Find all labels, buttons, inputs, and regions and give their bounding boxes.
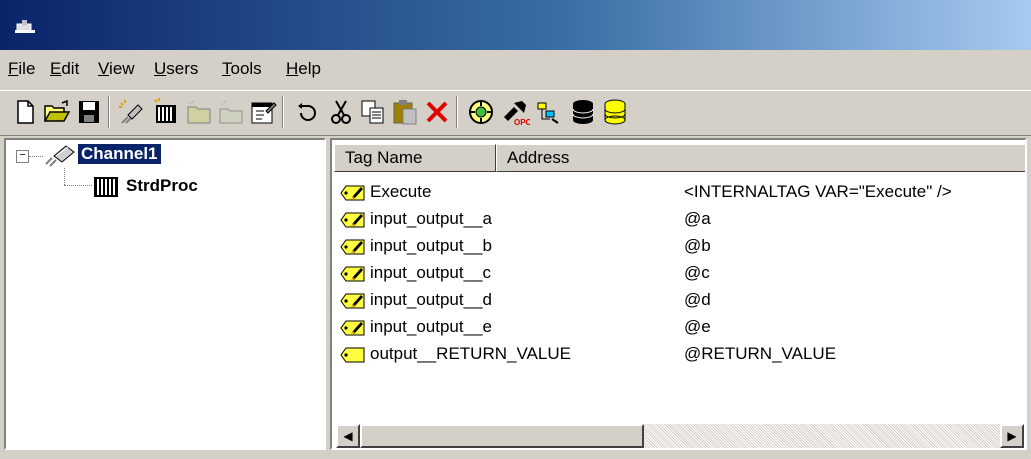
tag-address-cell: @RETURN_VALUE: [684, 344, 837, 363]
save-icon[interactable]: [74, 97, 104, 127]
new-device-icon[interactable]: [150, 97, 180, 127]
tree-connector: [64, 185, 92, 186]
new-group-icon[interactable]: [184, 97, 214, 127]
read-write-tag-icon: [338, 183, 368, 203]
menu-file[interactable]: File: [8, 59, 35, 79]
read-write-tag-icon: [338, 237, 368, 257]
scroll-thumb[interactable]: [360, 424, 644, 448]
new-icon[interactable]: [10, 97, 40, 127]
properties-icon[interactable]: [248, 97, 278, 127]
scroll-left-button[interactable]: ◀: [336, 424, 360, 448]
tree-item-channel1[interactable]: Channel1: [77, 143, 162, 165]
tree-connector: [64, 168, 65, 185]
database-icon[interactable]: [568, 97, 598, 127]
table-row[interactable]: input_output__e @e: [338, 315, 1025, 341]
delete-icon[interactable]: [422, 97, 452, 127]
device-icon: [94, 177, 118, 197]
menu-tools[interactable]: Tools: [222, 59, 262, 79]
table-row[interactable]: input_output__c @c: [338, 261, 1025, 287]
table-row[interactable]: input_output__d @d: [338, 288, 1025, 314]
open-icon[interactable]: [42, 97, 72, 127]
menu-users[interactable]: Users: [154, 59, 198, 79]
tag-address-cell: @e: [684, 317, 711, 336]
new-channel-icon[interactable]: [116, 97, 146, 127]
tag-name-cell: output__RETURN_VALUE: [370, 344, 571, 363]
table-row[interactable]: input_output__b @b: [338, 234, 1025, 260]
tag-name-cell: input_output__c: [370, 263, 491, 282]
scroll-right-button[interactable]: ▶: [1000, 424, 1024, 448]
tag-list[interactable]: Tag Name Address Execute <INTERNALTAG VAR…: [330, 138, 1027, 450]
menu-edit[interactable]: Edit: [50, 59, 79, 79]
column-header-tag-name[interactable]: Tag Name: [334, 144, 496, 172]
scroll-track[interactable]: [644, 424, 1000, 448]
toolbar-separator: [108, 96, 110, 128]
app-icon[interactable]: [14, 18, 36, 34]
tag-name-cell: Execute: [370, 182, 432, 201]
read-write-tag-icon: [338, 318, 368, 338]
read-write-tag-icon: [338, 291, 368, 311]
tag-name-cell: input_output__b: [370, 236, 492, 255]
horizontal-scrollbar[interactable]: ◀ ▶: [336, 424, 1024, 448]
tree-item-strdproc[interactable]: StrdProc: [123, 176, 201, 196]
menu-bar: File Edit View Users Tools Help: [0, 50, 1031, 88]
tree-connector: [29, 156, 43, 157]
table-row[interactable]: output__RETURN_VALUE @RETURN_VALUE: [338, 342, 1025, 368]
menu-view[interactable]: View: [98, 59, 135, 79]
cut-icon[interactable]: [326, 97, 356, 127]
project-tree[interactable]: − Channel1 StrdProc: [4, 138, 326, 450]
table-row[interactable]: Execute <INTERNALTAG VAR="Execute" />: [338, 180, 1025, 206]
tag-address-cell: <INTERNALTAG VAR="Execute" />: [684, 182, 952, 201]
paste-icon[interactable]: [390, 97, 420, 127]
table-row[interactable]: input_output__a @a: [338, 207, 1025, 233]
tag-name-cell: input_output__a: [370, 209, 492, 228]
read-only-tag-icon: [338, 345, 368, 365]
opc-icon[interactable]: OPC: [500, 97, 530, 127]
menu-help[interactable]: Help: [286, 59, 321, 79]
quick-client-icon[interactable]: [466, 97, 496, 127]
tag-browser-icon[interactable]: [534, 97, 564, 127]
tag-address-cell: @d: [684, 290, 711, 309]
tree-collapse-toggle[interactable]: −: [16, 150, 29, 163]
read-write-tag-icon: [338, 264, 368, 284]
toolbar-separator: [282, 96, 284, 128]
tag-name-cell: input_output__e: [370, 317, 492, 336]
column-header-address[interactable]: Address: [496, 144, 1025, 172]
svg-text:OPC: OPC: [514, 118, 530, 127]
tag-address-cell: @b: [684, 236, 711, 255]
toolbar: OPC: [0, 90, 1031, 136]
read-write-tag-icon: [338, 210, 368, 230]
tag-name-cell: input_output__d: [370, 290, 492, 309]
toolbar-separator: [456, 96, 458, 128]
tag-address-cell: @a: [684, 209, 711, 228]
undo-icon[interactable]: [292, 97, 322, 127]
tag-address-cell: @c: [684, 263, 710, 282]
channel-icon: [45, 145, 75, 167]
database-config-icon[interactable]: [600, 97, 630, 127]
title-bar[interactable]: [0, 0, 1031, 50]
copy-icon[interactable]: [358, 97, 388, 127]
new-tag-icon[interactable]: [216, 97, 246, 127]
